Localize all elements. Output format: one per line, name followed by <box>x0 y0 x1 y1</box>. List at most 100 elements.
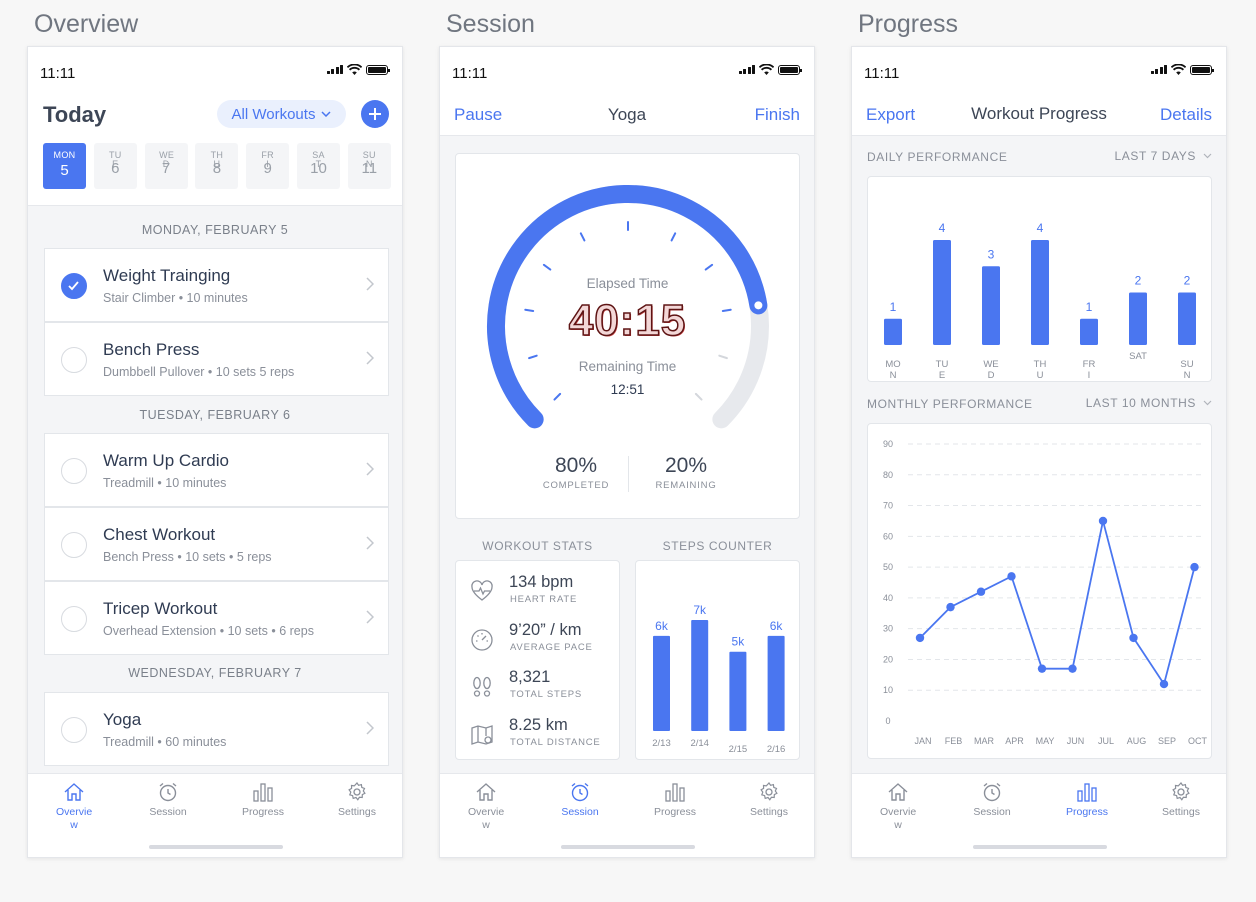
finish-button[interactable]: Finish <box>755 105 800 125</box>
day-4[interactable]: FR I9 <box>246 143 290 189</box>
tab-settings[interactable]: Settings <box>327 782 387 818</box>
workout-row[interactable]: Chest Workout Bench Press • 10 sets • 5 r… <box>44 507 389 581</box>
battery-icon <box>1190 64 1214 75</box>
y-tick-label: 60 <box>883 531 893 541</box>
status-time: 11:11 <box>864 65 900 82</box>
day-number: 9 <box>263 160 272 177</box>
workout-row[interactable]: Bench Press Dumbbell Pullover • 10 sets 5… <box>44 322 389 396</box>
workout-list: MONDAY, FEBRUARY 5 TUESDAY, FEBRUARY 6 W… <box>28 205 402 773</box>
date-header: MONDAY, FEBRUARY 5 <box>141 223 289 237</box>
tab-overview[interactable]: Overvie w <box>44 782 104 832</box>
tab-bar: Overvie w Session Progress Settings <box>28 773 402 857</box>
daily-bar-chart: 1MON4TUE3WED4THU1FRI2SAT2SUN <box>884 221 1196 381</box>
stat-row: 8.25 km TOTAL DISTANCE <box>470 716 615 756</box>
bar-chart-icon <box>665 783 685 802</box>
day-number: 7 <box>161 160 171 177</box>
day-3[interactable]: TH U8 <box>195 143 239 189</box>
x-tick-label: APR <box>1005 736 1024 746</box>
y-tick-label: 40 <box>883 593 893 603</box>
y-tick-label: 30 <box>883 624 893 634</box>
workout-title: Warm Up Cardio <box>103 451 229 470</box>
tab-progress[interactable]: Progress <box>1057 782 1117 818</box>
monthly-range-dropdown[interactable]: LAST 10 MONTHS <box>1086 396 1212 410</box>
wifi-icon <box>1171 64 1186 75</box>
daily-category-label: TH <box>1034 359 1047 370</box>
checked-checkbox[interactable] <box>61 273 87 299</box>
plus-icon <box>369 108 381 120</box>
tab-progress[interactable]: Progress <box>645 782 705 818</box>
checkbox[interactable] <box>61 532 87 558</box>
home-indicator <box>973 845 1107 849</box>
day-6[interactable]: SU N 11 <box>347 143 391 189</box>
elapsed-label: Elapsed Time <box>586 276 669 291</box>
tab-progress[interactable]: Progress <box>233 782 293 818</box>
remaining-label: Remaining Time <box>578 359 677 374</box>
tab-settings[interactable]: Settings <box>1151 782 1211 818</box>
tab-overview[interactable]: Overvie w <box>868 782 928 832</box>
progress-content: DAILY PERFORMANCE LAST 7 DAYS 1 MO N 4 TU E 3 W… <box>852 136 1226 773</box>
tab-label: Overvie w <box>468 806 505 831</box>
daily-category-label: E <box>939 370 945 381</box>
ring-tick <box>718 354 728 360</box>
workout-row[interactable]: Tricep Workout Overhead Extension • 10 se… <box>44 581 389 655</box>
overview-screen-title: Overview <box>34 10 139 38</box>
data-point <box>1129 633 1138 643</box>
workout-row[interactable]: Yoga Treadmill • 60 minutes <box>44 692 389 766</box>
tab-overview[interactable]: Overvie w <box>456 782 516 832</box>
stat-row: 8,321 TOTAL STEPS <box>470 668 615 708</box>
chevron-right-icon <box>366 351 374 365</box>
x-tick-label: SEP <box>1158 736 1176 746</box>
home-icon <box>888 783 908 801</box>
day-0[interactable]: MON 5 <box>43 143 86 189</box>
steps-counter-label: STEPS COUNTER <box>662 539 773 553</box>
checkbox[interactable] <box>61 347 87 373</box>
workout-title: Yoga <box>103 710 142 729</box>
monthly-range-label: LAST 10 MONTHS <box>1085 396 1196 410</box>
day-2[interactable]: WE D7 <box>144 143 188 189</box>
session-content: Elapsed Time 40:15 Remaining Time 12:51 … <box>440 136 814 773</box>
remaining-stat: 20% REMAINING <box>636 454 736 491</box>
stat-value: 8,321 <box>509 668 551 686</box>
remaining-percent: 20% <box>664 454 708 477</box>
alarm-clock-icon <box>983 782 1001 802</box>
footsteps-icon <box>473 676 491 697</box>
steps-value-label: 5k <box>732 635 746 649</box>
workout-filter-dropdown[interactable]: All Workouts <box>217 100 346 128</box>
day-number: 11 <box>361 160 378 177</box>
daily-category-label: SU <box>1180 359 1193 370</box>
checkbox[interactable] <box>61 717 87 743</box>
data-point <box>1007 572 1016 581</box>
tab-session[interactable]: Session <box>962 782 1022 818</box>
steps-chart: 6k 2/13 7k 2/14 5k 2/15 6k 2/16 <box>652 603 785 755</box>
data-point <box>1037 664 1047 673</box>
tab-label: Progress <box>653 806 696 818</box>
remaining-time: 12:51 <box>610 382 645 397</box>
data-point <box>1190 562 1199 572</box>
workout-row[interactable]: Warm Up Cardio Treadmill • 10 minutes <box>44 433 389 507</box>
checkbox[interactable] <box>61 606 87 632</box>
x-tick-label: MAR <box>974 736 995 746</box>
add-workout-button[interactable] <box>361 100 389 128</box>
workout-row[interactable]: Weight Trainging Stair Climber • 10 minut… <box>44 248 389 322</box>
date-header: TUESDAY, FEBRUARY 6 <box>139 408 291 422</box>
day-1[interactable]: TU E6 <box>93 143 137 189</box>
details-button[interactable]: Details <box>1160 105 1212 125</box>
completed-percent: 80% <box>554 454 598 477</box>
checkbox[interactable] <box>61 458 87 484</box>
remaining-percent-label: REMAINING <box>655 480 717 491</box>
home-indicator <box>561 845 695 849</box>
workout-title: Weight Trainging <box>103 266 231 285</box>
progress-screen-title: Progress <box>858 10 959 38</box>
tab-label: Session <box>973 806 1011 818</box>
tab-session[interactable]: Session <box>138 782 198 818</box>
daily-value-label: 2 <box>1135 274 1142 288</box>
steps-bar <box>729 651 747 731</box>
tab-settings[interactable]: Settings <box>739 782 799 818</box>
status-bar: 11:11 <box>852 47 1226 93</box>
tab-session[interactable]: Session <box>550 782 610 818</box>
chevron-right-icon <box>366 462 374 476</box>
steps-bar <box>691 620 709 731</box>
daily-range-dropdown[interactable]: LAST 7 DAYS <box>1114 149 1212 163</box>
stat-row: 134 bpm HEART RATE <box>470 573 615 613</box>
day-5[interactable]: SA T 10 <box>297 143 340 189</box>
